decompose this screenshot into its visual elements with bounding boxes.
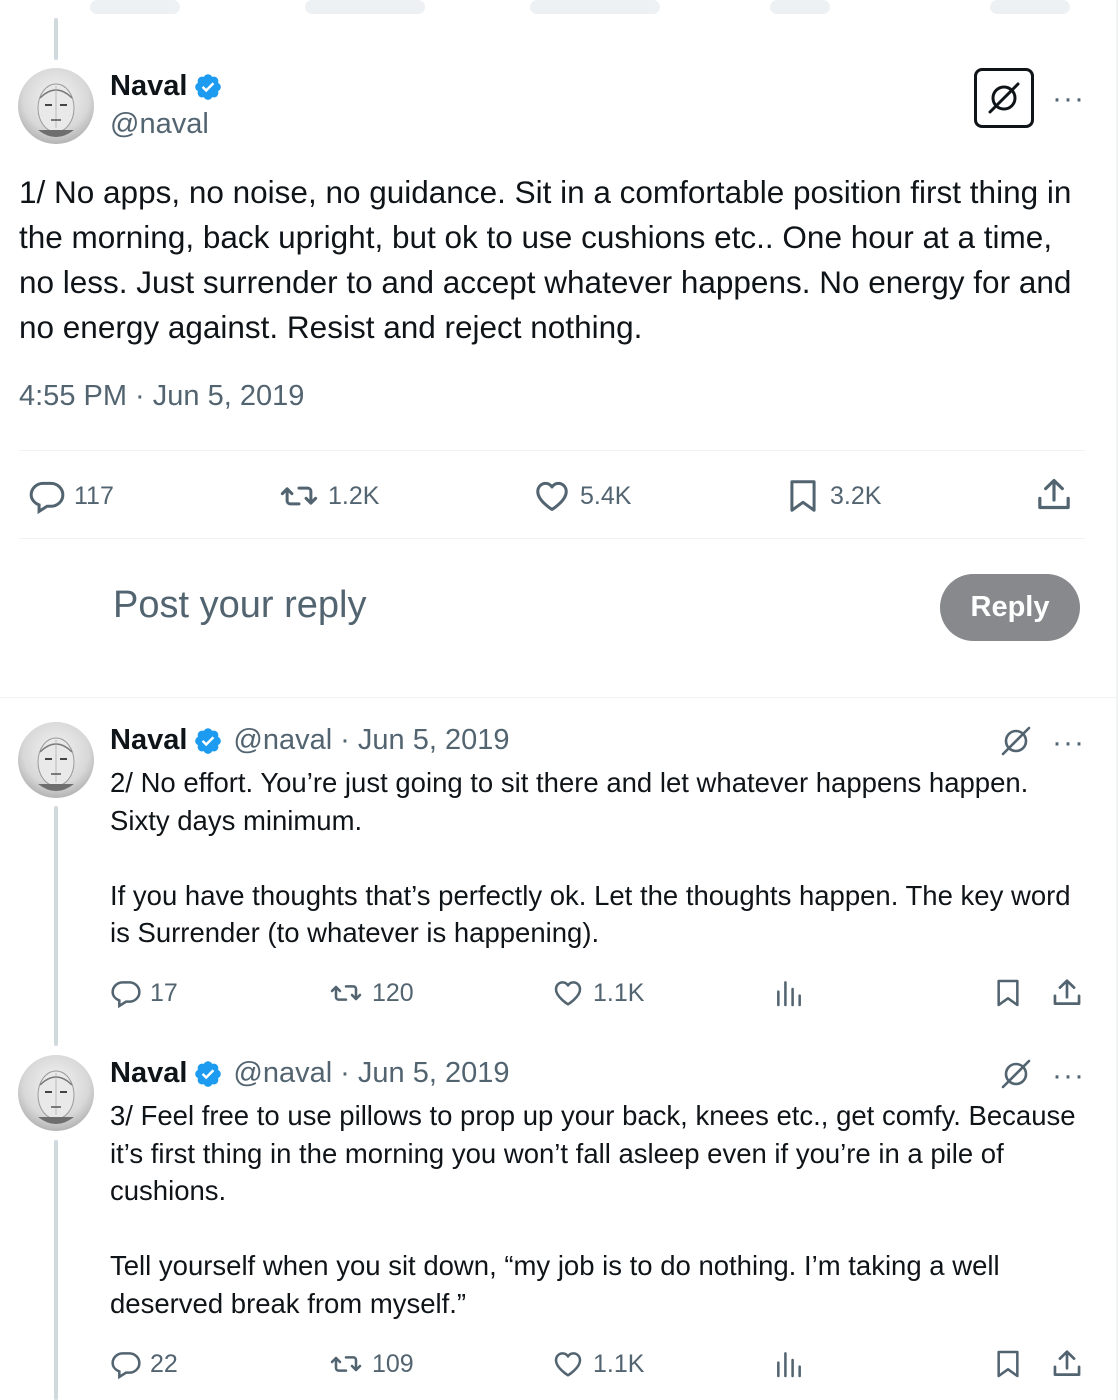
analytics-bars-icon [777, 981, 801, 1007]
views-button[interactable] [773, 977, 805, 1009]
comment-bubble-icon [111, 981, 141, 1009]
bookmark-icon [997, 1350, 1019, 1378]
reply-submit-button[interactable]: Reply [940, 574, 1080, 641]
like-button[interactable]: 1.1K [551, 977, 644, 1009]
grok-slash-circle-icon[interactable] [999, 1057, 1033, 1091]
share-upload-icon [1053, 1350, 1081, 1376]
tweet-paragraph: 3/ Feel free to use pillows to prop up y… [110, 1100, 1076, 1206]
share-button[interactable] [1050, 1347, 1084, 1381]
tweet-date[interactable]: · Jun 5, 2019 [340, 1057, 509, 1090]
tweet-text: 3/ Feel free to use pillows to prop up y… [110, 1097, 1085, 1322]
divider [19, 538, 1085, 539]
reply-count: 117 [74, 481, 114, 510]
like-count: 1.1K [593, 978, 645, 1007]
divider [0, 697, 1116, 698]
bookmark-icon [997, 979, 1019, 1007]
grok-slash-circle-icon [988, 82, 1020, 114]
reply-button[interactable]: 117 [28, 477, 114, 515]
tweet-header: Naval @naval · Jun 5, 2019 [110, 724, 509, 757]
comment-bubble-icon [111, 1352, 141, 1380]
heart-icon [554, 981, 582, 1006]
author-handle[interactable]: @naval [110, 108, 209, 141]
tweet-paragraph: 2/ No effort. You’re just going to sit t… [110, 767, 1029, 836]
like-count: 1.1K [593, 1349, 645, 1378]
avatar[interactable] [18, 68, 94, 144]
bookmark-button[interactable]: 3.2K [784, 477, 881, 515]
share-upload-icon [1053, 979, 1081, 1005]
comment-bubble-icon [29, 481, 65, 515]
thread-connector-line [54, 18, 58, 60]
grok-button[interactable] [974, 68, 1034, 128]
tweet-paragraph: If you have thoughts that’s perfectly ok… [110, 879, 1071, 949]
thread-connector-line [54, 806, 58, 1046]
views-button[interactable] [773, 1348, 805, 1380]
page-edge [1116, 0, 1118, 1400]
avatar[interactable] [18, 1055, 94, 1131]
like-count: 5.4K [580, 481, 632, 510]
reply-button[interactable]: 22 [110, 1348, 178, 1380]
repost-count: 1.2K [328, 481, 380, 510]
heart-icon [554, 1352, 582, 1377]
tweet-text: 1/ No apps, no noise, no guidance. Sit i… [19, 174, 1072, 345]
repost-button[interactable]: 109 [328, 1348, 414, 1380]
reply-count: 22 [150, 1349, 178, 1378]
bookmark-count: 3.2K [830, 481, 882, 510]
divider [19, 450, 1085, 451]
bookmark-button[interactable] [992, 977, 1024, 1009]
author-handle[interactable]: @naval [233, 1057, 332, 1090]
tweet-header: Naval @naval · Jun 5, 2019 [110, 1057, 509, 1090]
repost-button[interactable]: 120 [328, 977, 414, 1009]
share-button[interactable] [1050, 976, 1084, 1010]
tweet-timestamp[interactable]: 4:55 PM · Jun 5, 2019 [19, 380, 304, 413]
author-name[interactable]: Naval [110, 1057, 187, 1090]
repost-arrows-icon [280, 486, 318, 506]
repost-arrows-icon [330, 1356, 362, 1372]
repost-count: 109 [372, 1349, 414, 1378]
tweet-text: 2/ No effort. You’re just going to sit t… [110, 764, 1085, 952]
share-upload-icon [1038, 478, 1070, 510]
more-dots-icon[interactable]: ··· [1052, 84, 1085, 114]
author-name[interactable]: Naval [110, 70, 223, 103]
verified-badge-icon[interactable] [193, 726, 223, 756]
tweet-date[interactable]: · Jun 5, 2019 [340, 724, 509, 757]
repost-arrows-icon [330, 985, 362, 1001]
like-button[interactable]: 1.1K [551, 1348, 644, 1380]
reply-count: 17 [150, 978, 178, 1007]
grok-slash-circle-icon[interactable] [999, 724, 1033, 758]
author-handle[interactable]: @naval [233, 724, 332, 757]
thread-connector-line [54, 1140, 58, 1400]
bookmark-button[interactable] [992, 1348, 1024, 1380]
reply-button[interactable]: 17 [110, 977, 178, 1009]
analytics-bars-icon [777, 1352, 801, 1378]
avatar[interactable] [18, 722, 94, 798]
share-button[interactable] [1034, 475, 1074, 515]
author-name[interactable]: Naval [110, 724, 187, 757]
bookmark-icon [790, 480, 816, 512]
cropped-top-bar [0, 0, 1120, 20]
repost-count: 120 [372, 978, 414, 1007]
more-dots-icon[interactable]: ··· [1052, 728, 1085, 758]
verified-badge-icon[interactable] [193, 1059, 223, 1089]
verified-badge-icon[interactable] [193, 72, 223, 102]
like-button[interactable]: 5.4K [532, 477, 631, 515]
more-dots-icon[interactable]: ··· [1052, 1061, 1085, 1091]
reply-composer-input[interactable]: Post your reply [113, 584, 366, 627]
heart-icon [536, 481, 568, 511]
repost-button[interactable]: 1.2K [278, 477, 379, 515]
tweet-paragraph: Tell yourself when you sit down, “my job… [110, 1250, 1000, 1319]
author-name-text[interactable]: Naval [110, 70, 187, 103]
